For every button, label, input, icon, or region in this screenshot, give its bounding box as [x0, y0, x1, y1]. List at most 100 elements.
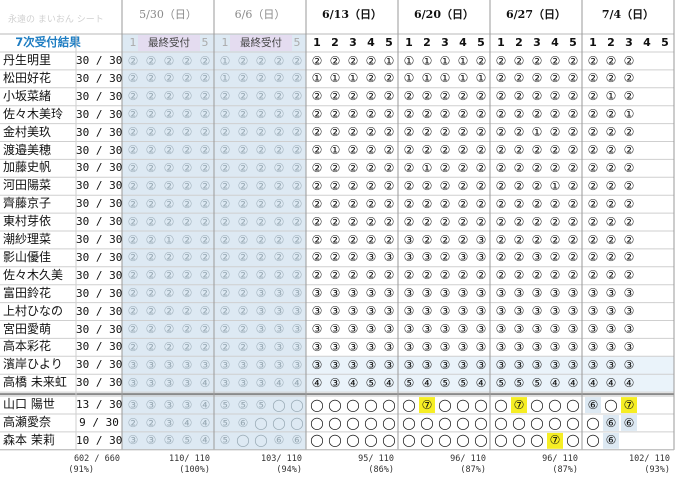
slot-mark: ②	[605, 232, 617, 247]
slot-mark: ⑥	[605, 415, 617, 430]
slot-mark: ◯	[346, 433, 360, 448]
slot-mark: ②	[403, 89, 415, 104]
member-name: 森本 茉莉	[3, 432, 55, 447]
slot-mark: ②	[549, 125, 561, 140]
slot-mark: ②	[329, 196, 341, 211]
slot-mark: ②	[127, 178, 139, 193]
slot-mark: ②	[567, 178, 579, 193]
slot-mark: ②	[439, 125, 451, 140]
slot-mark: ②	[255, 250, 267, 265]
slot-mark: ◯	[530, 415, 544, 430]
slot-mark: ③	[475, 250, 487, 265]
slot-mark: ③	[421, 357, 433, 372]
slot-mark: ②	[531, 160, 543, 175]
slot-mark: ②	[403, 196, 415, 211]
slot-mark: ②	[383, 71, 395, 86]
slot-mark: ②	[567, 89, 579, 104]
slot-mark: ②	[145, 268, 157, 283]
slot-mark: ②	[421, 143, 433, 157]
slot-mark: ②	[291, 250, 303, 265]
slot-mark: ②	[237, 53, 249, 68]
slot-number: 1	[497, 36, 505, 49]
slot-mark: ③	[567, 304, 579, 319]
slot-mark: ②	[163, 89, 175, 104]
grand-total: 602 / 660	[73, 453, 120, 464]
slot-mark: ②	[163, 53, 175, 68]
slot-mark: ②	[237, 214, 249, 229]
slot-mark: ②	[439, 143, 451, 157]
slot-mark: ◯	[474, 397, 488, 412]
slot-mark: ◯	[438, 433, 452, 448]
slot-mark: ②	[623, 268, 635, 283]
slot-mark: ②	[403, 214, 415, 229]
slot-mark: ②	[145, 214, 157, 229]
slot-mark: ②	[145, 178, 157, 193]
slot-mark: ⑥	[623, 415, 635, 430]
slot-mark: ①	[421, 160, 433, 175]
slot-mark: ②	[219, 160, 231, 175]
slot-mark: ②	[237, 250, 249, 265]
slot-mark: ③	[403, 286, 415, 301]
slot-mark: ③	[605, 286, 617, 301]
slot-mark: ③	[181, 357, 193, 372]
slot-mark: ②	[347, 160, 359, 175]
slot-mark: ①	[311, 71, 323, 86]
slot-mark: ②	[199, 268, 211, 283]
slot-mark: ②	[531, 89, 543, 104]
slot-mark: ③	[587, 339, 599, 354]
slot-mark: ⑤	[495, 375, 507, 390]
member-name: 宮田愛萌	[3, 321, 52, 336]
slot-mark: ②	[347, 53, 359, 68]
slot-mark: ②	[567, 232, 579, 247]
slot-mark: ③	[549, 322, 561, 336]
slot-number: 4	[459, 36, 467, 49]
date-total-percent: (100%)	[179, 464, 210, 475]
slot-mark: ①	[475, 71, 487, 86]
slot-mark: ②	[255, 268, 267, 283]
slot-mark: ②	[605, 214, 617, 229]
slot-mark: ②	[623, 143, 635, 157]
slot-mark: ③	[291, 304, 303, 319]
slot-mark: ②	[199, 125, 211, 140]
slot-mark: ②	[273, 196, 285, 211]
slot-mark: ②	[347, 107, 359, 122]
slot-mark: ②	[495, 89, 507, 104]
slot-mark: ③	[403, 322, 415, 336]
slot-mark: ①	[329, 143, 341, 157]
slot-mark: ②	[163, 250, 175, 265]
slot-mark: ◯	[512, 433, 526, 448]
slot-mark: ②	[145, 286, 157, 301]
slot-mark: ③	[347, 339, 359, 354]
slot-mark: ②	[587, 196, 599, 211]
slot-mark: ②	[127, 107, 139, 122]
slot-mark: ②	[237, 125, 249, 140]
slot-mark: ②	[531, 214, 543, 229]
slot-mark: ③	[329, 375, 341, 390]
slot-mark: ④	[549, 375, 561, 390]
slot-mark: ②	[145, 339, 157, 354]
slot-mark: ②	[605, 53, 617, 68]
slot-mark: ②	[513, 71, 525, 86]
slot-mark: ②	[623, 160, 635, 175]
slot-mark: ②	[311, 196, 323, 211]
slot-mark: ②	[513, 232, 525, 247]
member-name: 丹生明里	[3, 53, 52, 67]
slot-mark: ⑦	[549, 433, 561, 448]
slot-mark: ②	[495, 53, 507, 68]
slot-mark: ③	[549, 304, 561, 319]
slot-mark: ②	[127, 304, 139, 319]
slot-mark: ◯	[254, 433, 268, 448]
slot-mark: ②	[255, 214, 267, 229]
slot-mark: ②	[567, 160, 579, 175]
slot-mark: ②	[549, 160, 561, 175]
slot-mark: ②	[255, 178, 267, 193]
slot-mark: ②	[145, 71, 157, 86]
slot-mark: ③	[475, 304, 487, 319]
slot-mark: ②	[567, 214, 579, 229]
slot-mark: ◯	[328, 415, 342, 430]
slot-mark: ②	[127, 89, 139, 104]
slot-mark: ②	[623, 250, 635, 265]
slot-mark: ②	[365, 125, 377, 140]
slot-mark: ⑤	[219, 397, 231, 412]
slot-mark: ②	[219, 232, 231, 247]
